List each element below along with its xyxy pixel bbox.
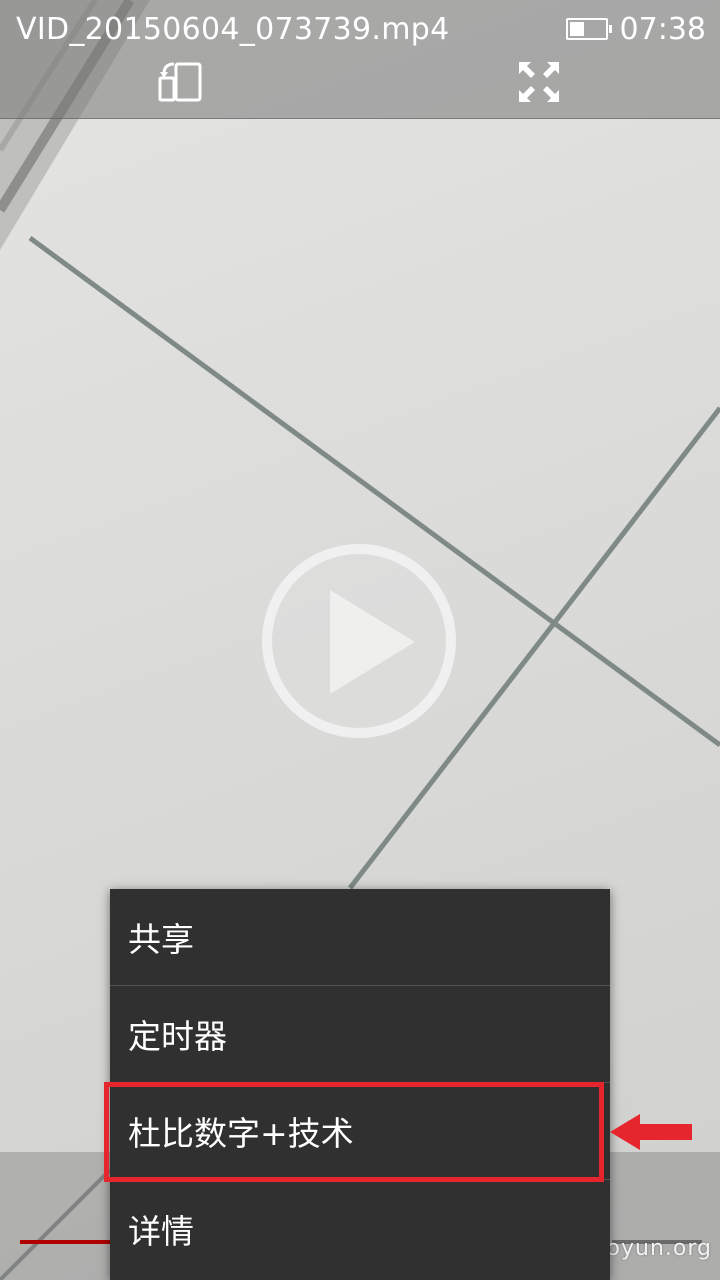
clock-time: 07:38 (619, 11, 706, 47)
rotate-screen-icon[interactable] (156, 58, 204, 106)
menu-item-dolby-digital-plus[interactable]: 杜比数字+技术 (110, 1083, 610, 1180)
menu-item-label: 详情 (128, 1211, 194, 1251)
play-button[interactable] (260, 542, 458, 740)
menu-item-label: 共享 (128, 920, 194, 959)
menu-item-timer[interactable]: 定时器 (110, 986, 610, 1083)
video-file-title: VID_20150604_073739.mp4 (16, 12, 450, 47)
fullscreen-icon[interactable] (515, 58, 563, 106)
menu-item-label: 定时器 (128, 1017, 227, 1056)
menu-item-details[interactable]: 详情 (110, 1180, 610, 1277)
battery-icon (565, 18, 612, 40)
menu-item-share[interactable]: 共享 (110, 889, 610, 986)
progress-bar-played[interactable] (20, 1240, 112, 1244)
status-indicators: 07:38 (565, 11, 706, 47)
annotation-arrow-icon (610, 1114, 692, 1150)
context-menu: 共享 定时器 杜比数字+技术 详情 (110, 889, 610, 1280)
top-bar: VID_20150604_073739.mp4 07:38 (0, 0, 720, 119)
menu-item-label: 杜比数字+技术 (128, 1114, 354, 1153)
